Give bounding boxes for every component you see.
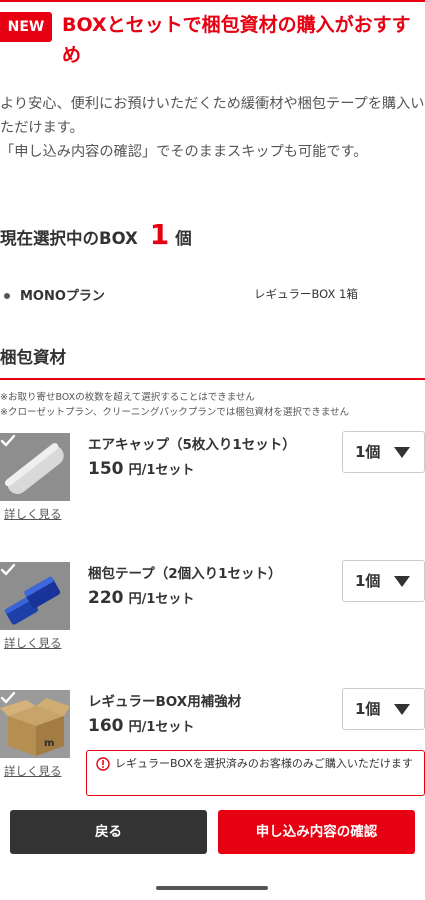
packing-tape-image[interactable] (0, 562, 70, 630)
details-link[interactable]: 詳しく見る (4, 763, 62, 779)
dropdown-arrow-icon (394, 704, 410, 715)
selected-box-label: 現在選択中のBOX (0, 229, 138, 248)
details-link[interactable]: 詳しく見る (4, 506, 62, 522)
price-value: 160 (88, 716, 124, 736)
price-value: 220 (88, 588, 124, 608)
plan-box-summary: レギュラーBOX 1箱 (254, 287, 358, 301)
item-price: 220 円/1セット (88, 588, 194, 608)
quantity-value: 1個 (355, 572, 381, 590)
dropdown-arrow-icon (394, 447, 410, 458)
home-indicator (156, 886, 268, 890)
confirm-application-button[interactable]: 申し込み内容の確認 (218, 810, 415, 854)
intro-line-1: より安心、便利にお預けいただくため緩衝材や梱包テープを購入いただけます。 (0, 96, 425, 136)
quantity-select[interactable]: 1個 (342, 431, 425, 473)
restriction-notice: レギュラーBOXを選択済みのお客様のみご購入いただけます (86, 750, 425, 796)
bubble-wrap-image[interactable] (0, 433, 70, 501)
intro-line-2: 「申し込み内容の確認」でそのままスキップも可能です。 (0, 144, 368, 160)
note-line: ※お取り寄せBOXの枚数を超えて選択することはできません (0, 392, 255, 403)
check-icon (0, 434, 16, 447)
bullet-icon (4, 293, 10, 299)
back-button[interactable]: 戻る (10, 810, 207, 854)
dropdown-arrow-icon (394, 576, 410, 587)
price-unit: 円/1セット (128, 720, 195, 735)
list-item: m 詳しく見る レギュラーBOX用補強材 160 円/1セット 1個 レギュラー… (0, 688, 425, 810)
intro-text: より安心、便利にお預けいただくため緩衝材や梱包テープを購入いただけます。 「申し… (0, 92, 425, 164)
quantity-select[interactable]: 1個 (342, 688, 425, 730)
list-item: 詳しく見る 梱包テープ（2個入り1セット） 220 円/1セット 1個 (0, 560, 425, 682)
promo-header: NEW BOXとセットで梱包資材の購入がおすすめ (0, 8, 425, 72)
note-line: ※クローゼットプラン、クリーニングパックプランでは梱包資材を選択できません (0, 407, 350, 418)
details-link[interactable]: 詳しく見る (4, 635, 62, 651)
price-value: 150 (88, 459, 124, 479)
selected-box-count: 現在選択中のBOX 1 個 (0, 218, 192, 258)
item-price: 150 円/1セット (88, 459, 194, 479)
packing-notes: ※お取り寄せBOXの枚数を超えて選択することはできません ※クローゼットプラン、… (0, 390, 425, 420)
plan-summary-row: MONOプラン レギュラーBOX 1箱 (0, 284, 425, 308)
plan-name: MONOプラン (20, 289, 105, 304)
cardboard-box-image[interactable]: m (0, 690, 70, 758)
notice-text: レギュラーBOXを選択済みのお客様のみご購入いただけます (115, 757, 413, 770)
price-unit: 円/1セット (128, 592, 195, 607)
selected-box-number: 1 (149, 218, 170, 251)
check-icon (0, 691, 16, 704)
list-item: 詳しく見る エアキャップ（5枚入り1セット） 150 円/1セット 1個 (0, 431, 425, 553)
price-unit: 円/1セット (128, 463, 195, 478)
new-badge: NEW (0, 12, 52, 42)
packing-section-title: 梱包資材 (0, 348, 66, 367)
quantity-select[interactable]: 1個 (342, 560, 425, 602)
alert-icon (96, 757, 110, 771)
section-divider (0, 378, 425, 380)
item-name: エアキャップ（5枚入り1セット） (88, 437, 296, 453)
quantity-value: 1個 (355, 443, 381, 461)
check-icon (0, 563, 16, 576)
svg-text:m: m (44, 738, 54, 749)
promo-headline: BOXとセットで梱包資材の購入がおすすめ (62, 14, 411, 66)
footer-actions: 戻る 申し込み内容の確認 (0, 800, 425, 900)
item-name: レギュラーBOX用補強材 (88, 694, 242, 710)
item-price: 160 円/1セット (88, 716, 194, 736)
quantity-value: 1個 (355, 700, 381, 718)
top-accent-rule (0, 0, 425, 2)
selected-box-unit: 個 (175, 229, 192, 248)
item-name: 梱包テープ（2個入り1セット） (88, 566, 282, 582)
